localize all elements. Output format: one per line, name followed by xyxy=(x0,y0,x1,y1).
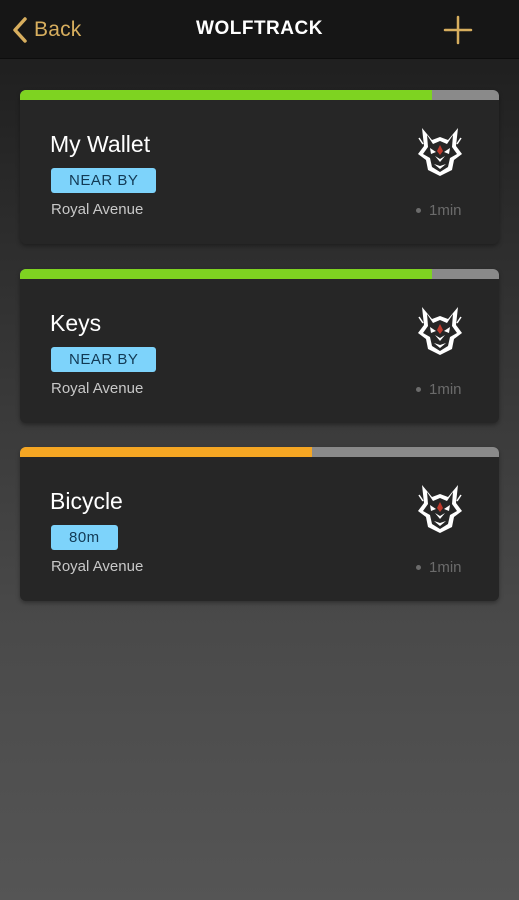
status-badge: NEAR BY xyxy=(51,168,157,193)
wolf-logo-icon xyxy=(416,126,464,178)
device-name: Bicycle xyxy=(50,488,123,514)
status-badge: NEAR BY xyxy=(51,347,157,372)
device-location: Royal Avenue xyxy=(51,558,144,575)
signal-bar-fill xyxy=(20,269,432,279)
last-seen-time: 1min xyxy=(429,202,462,219)
status-badge: 80m xyxy=(51,525,118,550)
signal-bar-fill xyxy=(20,447,313,457)
signal-bar xyxy=(20,90,499,100)
last-seen-time: 1min xyxy=(429,559,462,576)
signal-bar xyxy=(20,269,499,279)
last-seen: 1min xyxy=(416,559,462,576)
signal-bar xyxy=(20,447,499,457)
navigation-bar: Back WOLFTRACK xyxy=(0,0,519,59)
device-card[interactable]: Keys NEAR BY Royal Avenue 1min xyxy=(20,269,499,423)
last-seen: 1min xyxy=(416,202,462,219)
wolf-logo-icon xyxy=(416,483,464,535)
device-location: Royal Avenue xyxy=(51,201,144,218)
last-seen-time: 1min xyxy=(429,381,462,398)
last-seen: 1min xyxy=(416,381,462,398)
time-dot-icon xyxy=(416,387,421,392)
device-name: Keys xyxy=(50,310,102,336)
add-device-button[interactable] xyxy=(440,12,476,48)
plus-icon xyxy=(440,12,476,48)
device-name: My Wallet xyxy=(50,131,151,157)
device-card[interactable]: My Wallet NEAR BY Royal Avenue 1min xyxy=(20,90,499,244)
device-location: Royal Avenue xyxy=(51,380,144,397)
device-card[interactable]: Bicycle 80m Royal Avenue 1min xyxy=(20,447,499,601)
wolf-logo-icon xyxy=(416,305,464,357)
signal-bar-fill xyxy=(20,90,432,100)
time-dot-icon xyxy=(416,565,421,570)
time-dot-icon xyxy=(416,208,421,213)
